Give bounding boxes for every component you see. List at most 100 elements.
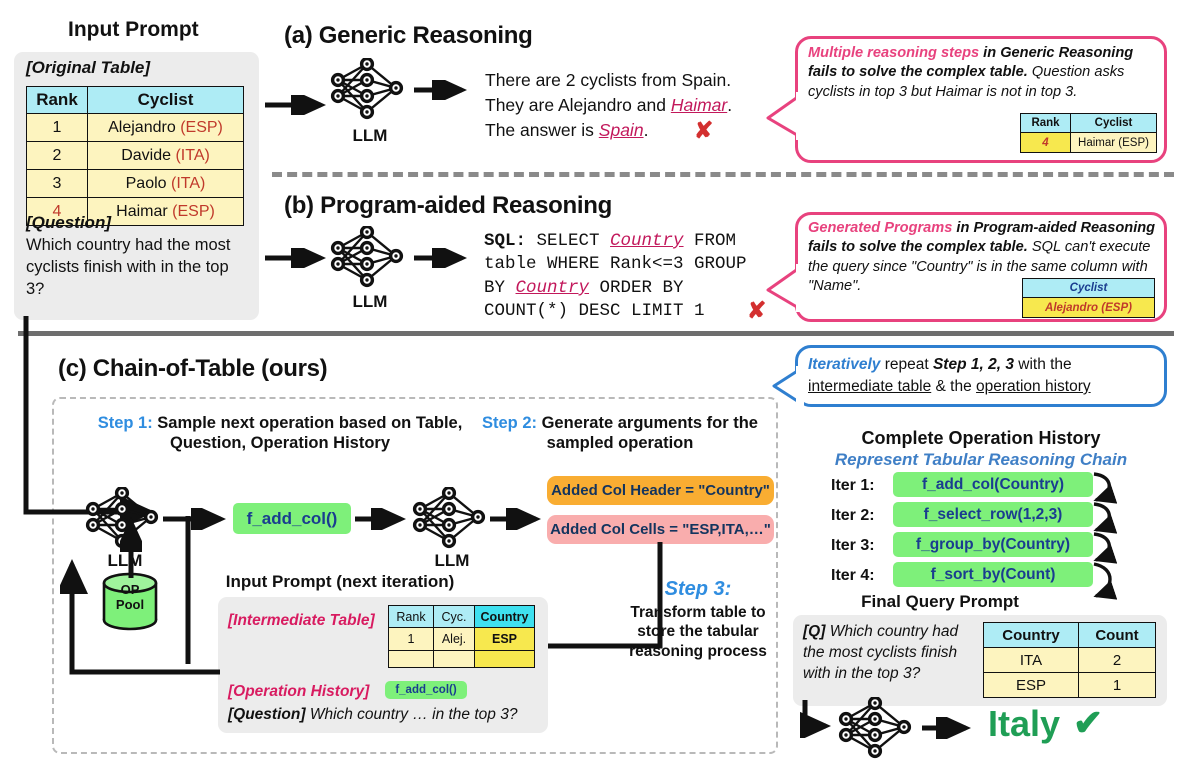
callout-b-bold-pink: Generated Programs — [808, 220, 953, 236]
iter-3-label: Iter 3: — [831, 537, 875, 554]
cyclist-name: Alejandro — [108, 118, 176, 136]
final-q-text: Which country had the most cyclists fini… — [803, 623, 959, 682]
final-query-title: Final Query Prompt — [861, 592, 1019, 611]
table-row: 2 Davide (ITA) — [26, 141, 244, 170]
cell-count: 2 — [1078, 647, 1156, 673]
next-iteration-title: Input Prompt (next iteration) — [225, 572, 455, 591]
iter-3-op-chip[interactable]: f_group_by(Country) — [893, 532, 1093, 557]
llm-network-icon-c2 — [412, 487, 486, 549]
line3-post: . — [643, 120, 649, 140]
col-header-cyclist: Cyclist — [87, 86, 244, 114]
callout-a-text: Multiple reasoning steps in Generic Reas… — [808, 44, 1156, 102]
section-a-heading: (a) Generic Reasoning — [284, 22, 533, 49]
arrow-input-to-llm-a — [265, 95, 326, 115]
intermediate-table: Rank Cyc. Country 1 Alej. ESP — [388, 605, 535, 668]
question-label-c: [Question] — [228, 706, 306, 723]
sql-emphasis-2: Country — [515, 277, 590, 298]
arrow-final-elbow — [800, 700, 831, 738]
col-header-cyclist: Cyclist — [1022, 278, 1155, 298]
table-row: ESP 1 — [983, 672, 1156, 698]
cell-cyclist: Alejandro (ESP) — [87, 113, 244, 142]
table-header-row: Rank Cyc. Country — [388, 605, 535, 628]
arrow-llm-to-answer — [922, 717, 971, 739]
added-col-cells-chip[interactable]: Added Col Cells = "ESP,ITA,…" — [547, 515, 774, 544]
cell-rank: 1 — [388, 627, 434, 651]
cell-cyclist: Haimar (ESP) — [1070, 132, 1157, 153]
cyclist-country: (ESP) — [172, 202, 215, 220]
callout-a-mini-table: Rank Cyclist 4 Haimar (ESP) — [1020, 113, 1157, 153]
arrow-input-to-llm-b — [265, 248, 326, 268]
arrow-llm2-to-args — [490, 508, 541, 530]
cyclist-country: (ITA) — [171, 174, 206, 192]
chain-arrows — [1093, 472, 1118, 600]
cyclist-country: (ITA) — [175, 146, 210, 164]
step-2-number: Step 2: — [482, 414, 538, 432]
step-3-number: Step 3: — [664, 578, 732, 600]
llm-network-icon-final — [838, 697, 912, 759]
arrow-llm-to-sql-b — [414, 248, 467, 268]
sql-part1: SELECT — [526, 231, 611, 251]
step-3-label: Step 3: Transform table to store the tab… — [622, 578, 774, 661]
llm-network-icon-a — [330, 58, 404, 120]
cell-cyc: Alej. — [433, 627, 475, 651]
check-mark-icon: ✔ — [1073, 702, 1104, 743]
iter-1-op-chip[interactable]: f_add_col(Country) — [893, 472, 1093, 497]
cyclist-country: (ESP) — [180, 118, 223, 136]
table-row: 1 Alej. ESP — [388, 627, 535, 651]
iter-p2: with the — [1013, 356, 1072, 373]
arrow-operation-to-llm2 — [355, 508, 406, 530]
sampled-operation-chip[interactable]: f_add_col() — [233, 503, 351, 534]
cell-rank: 4 — [1020, 132, 1071, 153]
cell-cyclist: Paolo (ITA) — [87, 169, 244, 198]
col-header-count: Count — [1078, 622, 1156, 648]
cell-cyclist: Alejandro (ESP) — [1022, 297, 1155, 318]
final-table: Country Count ITA 2 ESP 1 — [983, 622, 1156, 698]
generic-output-line-3: The answer is Spain. — [485, 120, 648, 141]
iter-4-op-chip[interactable]: f_sort_by(Count) — [893, 562, 1093, 587]
table-row: 3 Paolo (ITA) — [26, 169, 244, 198]
divider-a-b — [272, 172, 1174, 177]
col-header-country: Country — [474, 605, 535, 628]
iter-4-label: Iter 4: — [831, 567, 875, 584]
history-title: Complete Operation History — [861, 428, 1101, 448]
iter-p1: repeat — [880, 356, 933, 373]
line2-emphasis: Haimar — [670, 95, 728, 115]
callout-b-tail — [766, 264, 804, 312]
step-1-text: Sample next operation based on Table, Qu… — [152, 414, 463, 453]
line2-pre: They are Alejandro and — [485, 95, 671, 115]
operation-history-label: [Operation History] — [228, 683, 370, 700]
sql-output: SQL: SELECT Country FROM table WHERE Ran… — [484, 230, 752, 324]
added-col-header-chip[interactable]: Added Col Header = "Country" — [547, 476, 774, 505]
iteration-callout-text: Iteratively repeat Step 1, 2, 3 with the… — [808, 354, 1158, 398]
cyclist-name: Davide — [121, 146, 171, 164]
cell-country — [474, 650, 535, 668]
arrow-llm-to-operation — [163, 508, 226, 530]
operation-history-chip[interactable]: f_add_col() — [385, 681, 467, 699]
llm-label-a: LLM — [352, 126, 388, 145]
col-header-rank: Rank — [388, 605, 434, 628]
cell-country: ITA — [983, 647, 1079, 673]
table-row — [388, 650, 535, 668]
callout-a-tail — [766, 92, 804, 140]
question-text-c: Which country … in the top 3? — [309, 706, 518, 723]
col-header-cyc: Cyc. — [433, 605, 475, 628]
llm-label-b: LLM — [352, 292, 388, 311]
cell-cyclist: Davide (ITA) — [87, 141, 244, 170]
cell-country: ESP — [474, 627, 535, 651]
generic-output-line-2: They are Alejandro and Haimar. — [485, 95, 732, 116]
cell-count: 1 — [1078, 672, 1156, 698]
table-row: 4 Haimar (ESP) — [1020, 132, 1157, 153]
sql-prefix: SQL: — [484, 231, 527, 251]
llm-network-icon-b — [330, 226, 404, 288]
cell-rank: 3 — [26, 169, 88, 198]
col-header-cyclist: Cyclist — [1070, 113, 1157, 133]
step-3-text: Transform table to store the tabular rea… — [629, 604, 767, 660]
step-2-label: Step 2: Generate arguments for the sampl… — [470, 413, 770, 454]
iter-2-op-chip[interactable]: f_select_row(1,2,3) — [893, 502, 1093, 527]
original-table-label: [Original Table] — [26, 58, 151, 77]
cyclist-name: Paolo — [125, 174, 167, 192]
iteration-callout-tail — [772, 366, 804, 406]
line3-emphasis: Spain — [598, 120, 644, 140]
iter-1-label: Iter 1: — [831, 477, 875, 494]
next-iteration-question: [Question] Which country … in the top 3? — [228, 706, 517, 724]
